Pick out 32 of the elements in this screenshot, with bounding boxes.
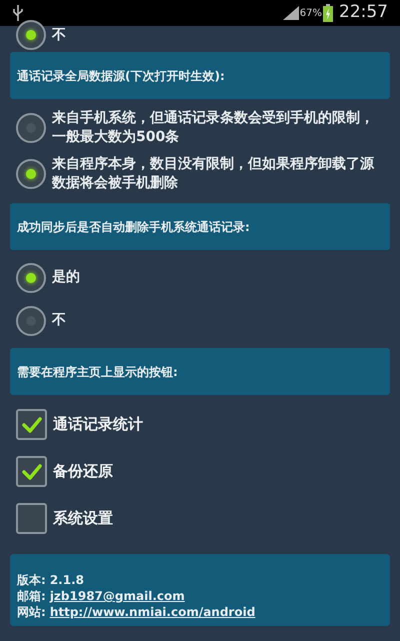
checkbox[interactable] — [16, 503, 47, 534]
signal-icon — [282, 6, 299, 20]
checkbox-label: 通话记录统计 — [53, 414, 143, 436]
checkbox-label: 备份还原 — [53, 461, 113, 482]
usb-icon — [12, 4, 24, 22]
option-label: 不 — [52, 26, 66, 44]
radio-button[interactable] — [16, 262, 46, 292]
check-icon — [22, 464, 42, 480]
info-label: 网站: — [17, 604, 46, 620]
info-value: 2.1.8 — [50, 572, 84, 588]
option-label: 来自程序本身，数目没有限制，但如果程序卸载了源数据将会被手机删除 — [52, 155, 376, 193]
section-header: 需要在程序主页上显示的按钮: — [10, 348, 390, 395]
checkbox[interactable] — [16, 409, 47, 440]
info-label: 邮箱: — [17, 588, 46, 604]
checkbox[interactable] — [16, 456, 47, 487]
info-label: 版本: — [17, 572, 46, 588]
check-icon — [22, 416, 42, 432]
battery-icon — [323, 4, 333, 22]
clock: 22:57 — [339, 1, 388, 24]
option-label: 是的 — [52, 268, 80, 287]
radio-button[interactable] — [16, 306, 46, 336]
radio-button[interactable] — [16, 20, 46, 50]
info-link[interactable]: http://www.nmiai.com/android — [50, 604, 256, 620]
option-label: 来自手机系统，但通话记录条数会受到手机的限制，一般最大数为500条 — [52, 109, 375, 147]
section-header: 成功同步后是否自动删除手机系统通话记录: — [10, 203, 390, 250]
radio-button[interactable] — [16, 159, 46, 189]
option-label: 不 — [52, 311, 66, 330]
section-header: 通话记录全局数据源(下次打开时生效): — [10, 52, 390, 99]
checkbox-label: 系统设置 — [53, 508, 113, 530]
battery-percent: 67% — [300, 6, 322, 20]
info-link[interactable]: jzb1987@gmail.com — [50, 588, 185, 604]
radio-button[interactable] — [16, 113, 46, 143]
